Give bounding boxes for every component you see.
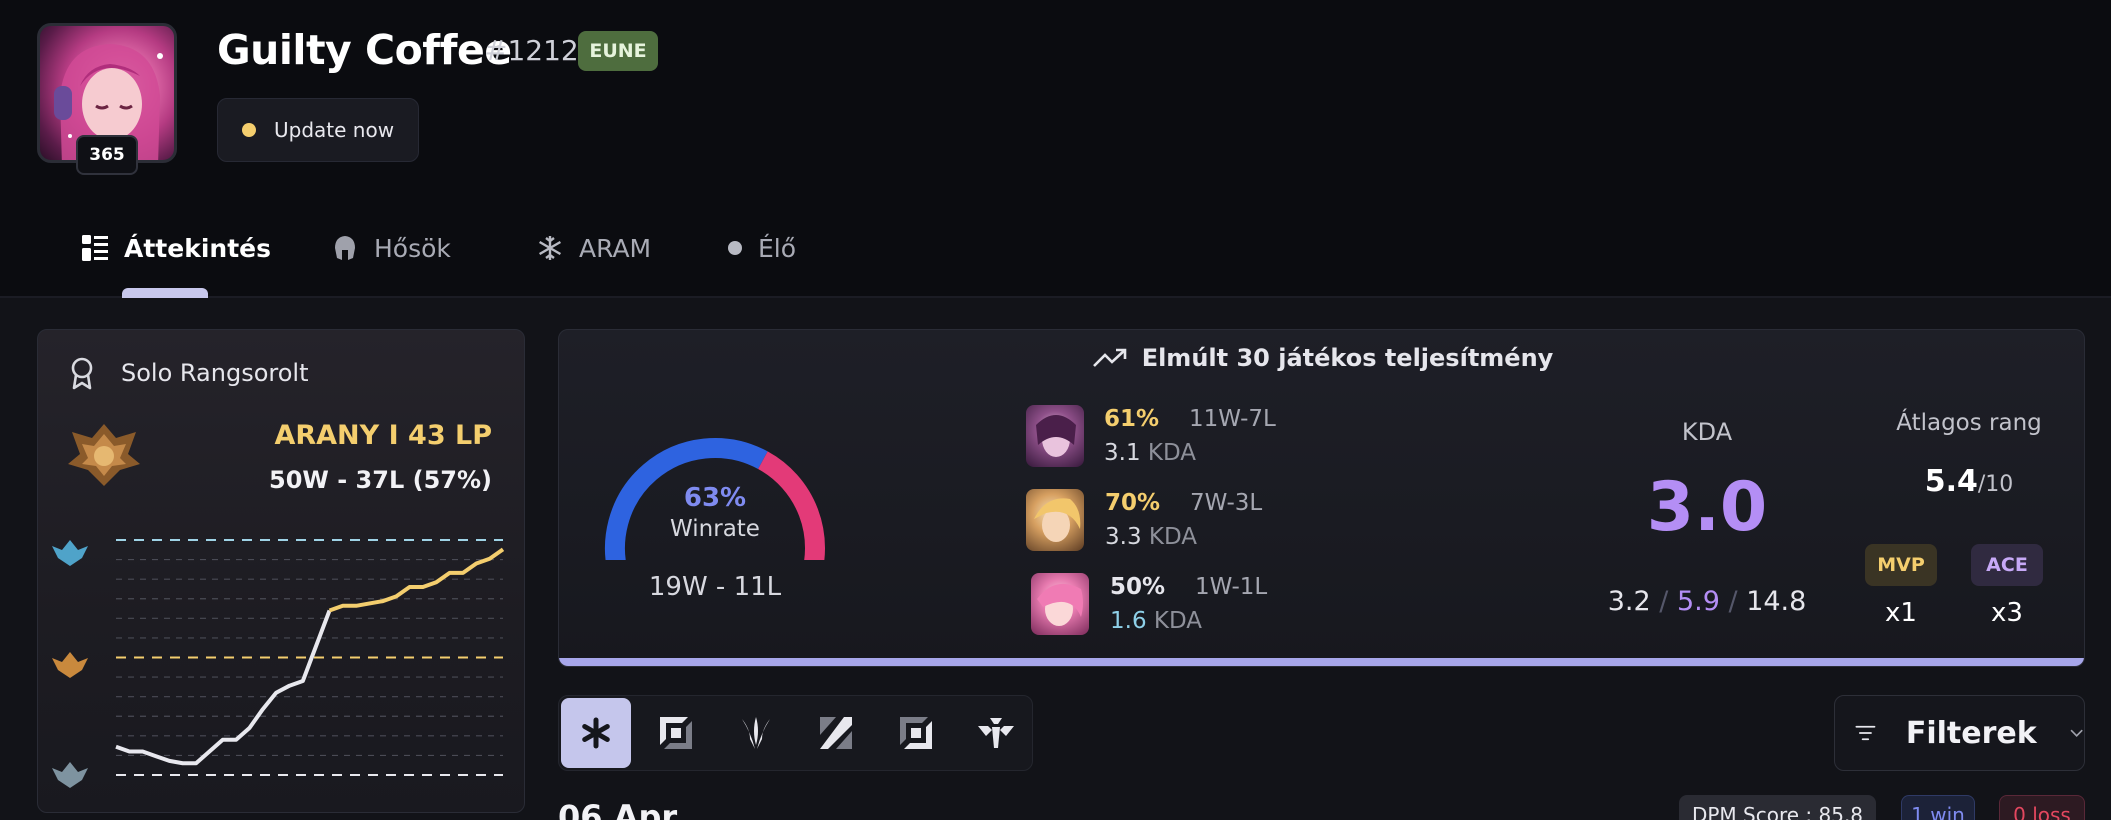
mid-role-icon <box>820 717 852 749</box>
dpm-score-badge: DPM Score : 85.8 <box>1679 795 1876 820</box>
gold-rank-emblem-icon <box>68 424 140 486</box>
ace-count: x3 <box>1991 598 2023 628</box>
tab-champions-label: Hősök <box>374 233 451 263</box>
rank-tier-lp: ARANY I 43 LP <box>274 420 492 451</box>
tab-live-label: Élő <box>758 233 797 263</box>
lp-line-silver <box>115 609 332 766</box>
ribbon-icon <box>71 357 93 390</box>
platinum-tier-icon <box>52 540 88 566</box>
tab-overview-label: Áttekintés <box>124 233 271 263</box>
mvp-count: x1 <box>1885 598 1917 628</box>
winrate-label: Winrate <box>670 516 760 542</box>
match-date-heading: 06 Apr <box>558 798 678 820</box>
tab-live[interactable]: Élő <box>726 220 796 276</box>
champion-portrait[interactable] <box>1026 405 1084 467</box>
update-now-button[interactable]: Update now <box>217 98 419 162</box>
role-filter-mid[interactable] <box>801 698 871 768</box>
kda-breakdown: 3.2 / 5.9 / 14.8 <box>1607 586 1807 617</box>
avg-rank-label: Átlagos rang <box>1896 410 2042 436</box>
region-badge: EUNE <box>578 31 658 71</box>
avg-rank-value: 5.4/10 <box>1924 464 2014 499</box>
summoner-name: Guilty Coffee <box>217 26 512 74</box>
role-filter-bottom[interactable] <box>881 698 951 768</box>
solo-ranked-card: Solo Rangsorolt ARANY I 43 LP 50W - 37L … <box>37 329 525 813</box>
avg-assists: 14.8 <box>1746 586 1807 617</box>
update-now-label: Update now <box>274 118 395 142</box>
champion-portrait[interactable] <box>1026 489 1084 551</box>
tab-overview[interactable]: Áttekintés <box>80 220 271 276</box>
silver-tier-icon <box>52 762 88 788</box>
role-filter-support[interactable] <box>961 698 1031 768</box>
champion-kda: 3.1 KDA <box>1104 440 1197 466</box>
champion-winrate: 61% <box>1104 406 1160 432</box>
mvp-badge: MVP <box>1865 544 1937 586</box>
performance-title: Elmúlt 30 játékos teljesítmény <box>1141 344 1554 372</box>
champion-record: 11W-7L <box>1189 406 1276 432</box>
active-tab-indicator <box>122 288 208 298</box>
top-role-icon <box>660 717 692 749</box>
overview-icon <box>80 233 110 263</box>
gold-tier-icon <box>52 652 88 678</box>
performance-accent-bar <box>559 658 2084 666</box>
chevron-down-icon <box>2070 729 2083 737</box>
filters-dropdown-button[interactable]: Filterek <box>1834 695 2085 771</box>
performance-header: Elmúlt 30 játékos teljesítmény <box>559 344 2084 372</box>
snowflake-icon <box>535 233 565 263</box>
tab-champions[interactable]: Hősök <box>330 220 451 276</box>
champion-record: 7W-3L <box>1190 490 1263 516</box>
winrate-record: 19W - 11L <box>648 572 782 602</box>
jungle-role-icon <box>742 717 770 749</box>
ranked-queue-title: Solo Rangsorolt <box>121 359 309 387</box>
lp-history-chart <box>52 539 505 788</box>
champion-kda: 1.6 KDA <box>1110 608 1203 634</box>
winrate-percent: 63% <box>683 483 747 513</box>
trending-up-icon <box>1092 348 1126 367</box>
tab-aram-label: ARAM <box>579 233 652 263</box>
bottom-role-icon <box>900 717 932 749</box>
champion-kda: 3.3 KDA <box>1105 524 1198 550</box>
filter-icon <box>1855 725 1876 741</box>
summoner-level-badge: 365 <box>76 135 138 175</box>
avg-kills: 3.2 <box>1607 586 1651 617</box>
kda-value: 3.0 <box>1646 468 1768 547</box>
all-roles-icon <box>582 717 610 749</box>
role-filter-bar <box>558 695 1033 771</box>
avg-deaths: 5.9 <box>1676 586 1720 617</box>
summoner-tag: #1212 <box>484 34 579 67</box>
tab-aram[interactable]: ARAM <box>535 220 651 276</box>
kda-label: KDA <box>1681 418 1733 446</box>
recent-performance-card: Elmúlt 30 játékos teljesítmény 63% Winra… <box>558 329 2085 667</box>
helmet-icon <box>330 233 360 263</box>
loss-count-badge: 0 loss <box>1999 795 2085 820</box>
role-filter-top[interactable] <box>641 698 711 768</box>
lp-line-gold <box>328 547 505 613</box>
profile-header: 365 Guilty Coffee #1212 EUNE Update now … <box>0 0 2111 298</box>
ranked-record: 50W - 37L (57%) <box>269 466 492 494</box>
support-role-icon <box>978 718 1014 748</box>
champion-record: 1W-1L <box>1195 574 1268 600</box>
filters-label: Filterek <box>1905 715 2037 751</box>
champion-winrate: 50% <box>1110 574 1166 600</box>
ace-badge: ACE <box>1971 544 2043 586</box>
live-dot-icon <box>726 233 744 263</box>
status-dot-icon <box>242 123 256 137</box>
role-filter-jungle[interactable] <box>721 698 791 768</box>
champion-winrate: 70% <box>1105 490 1161 516</box>
win-count-badge: 1 win <box>1901 795 1975 820</box>
role-filter-all[interactable] <box>561 698 631 768</box>
champion-portrait[interactable] <box>1031 573 1089 635</box>
